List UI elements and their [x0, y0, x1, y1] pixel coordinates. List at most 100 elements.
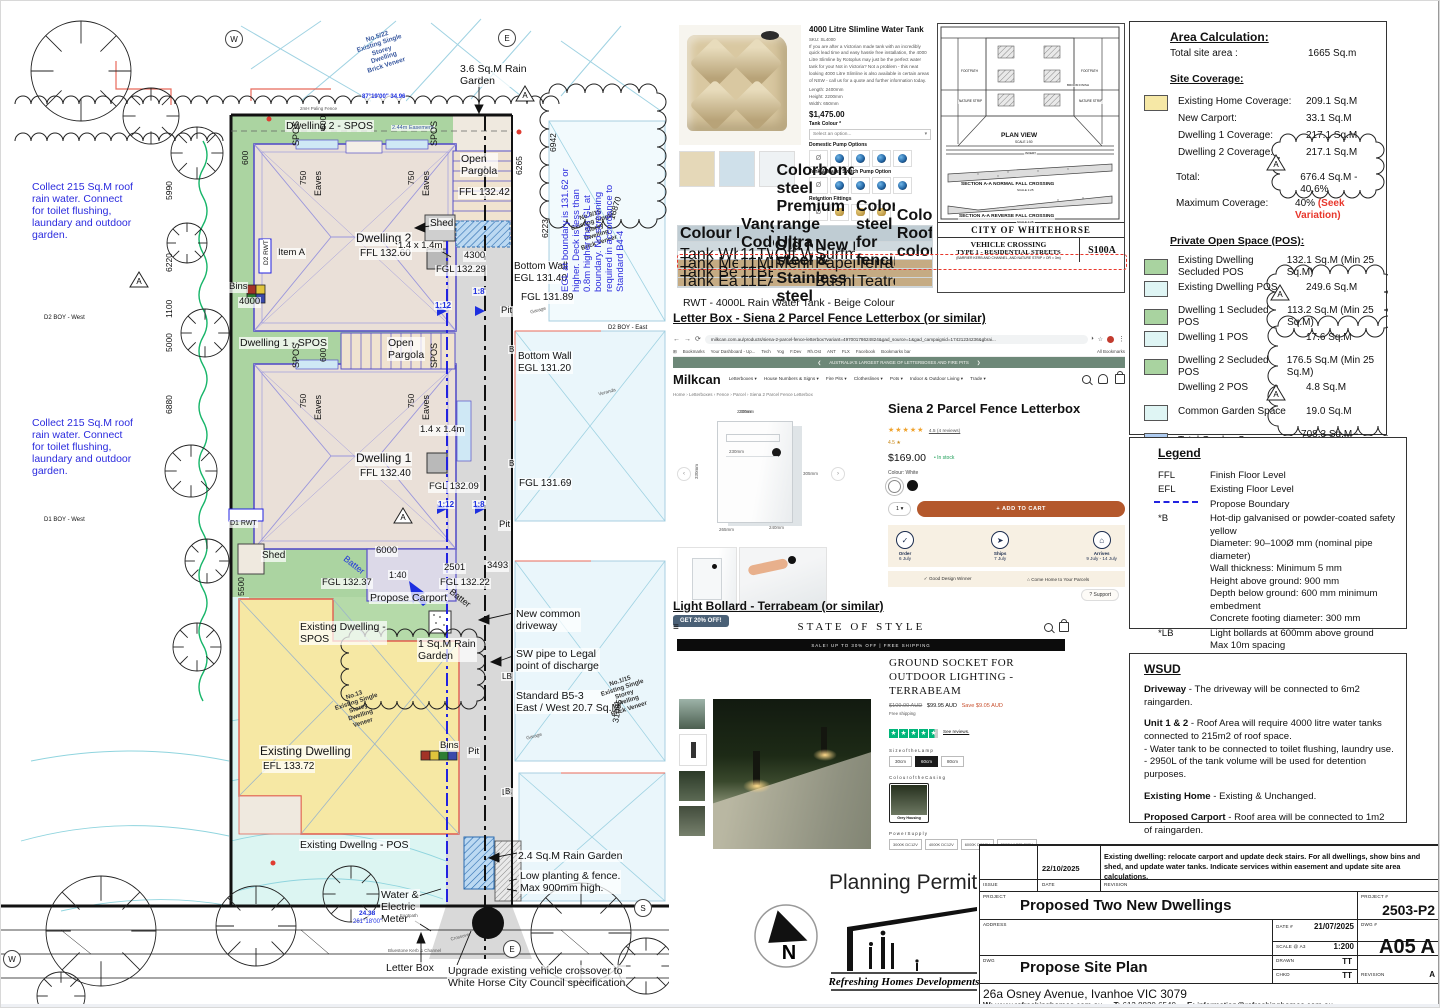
triangle-a-marker: A — [1270, 284, 1290, 301]
cart-icon[interactable] — [1115, 371, 1125, 384]
swatch-white[interactable] — [888, 480, 901, 493]
plan-label: 6265 — [514, 156, 524, 175]
nav-item[interactable]: House Numbers & Signs ▾ — [764, 376, 819, 382]
store-name[interactable]: STATE OF STYLE — [679, 621, 1044, 633]
quantity-stepper[interactable]: 1 ▾ — [888, 502, 912, 516]
search-icon[interactable] — [1082, 374, 1091, 384]
refresh-icon[interactable]: ⟳ — [695, 335, 701, 343]
star-icon[interactable]: ☆ — [1098, 336, 1103, 343]
plan-label: SPOS — [291, 342, 301, 368]
gallery-prev[interactable]: ‹ — [677, 467, 691, 481]
plan-label: FGL 132.09 — [428, 481, 480, 493]
extension-icon[interactable]: 🞂 — [1092, 336, 1094, 342]
back-icon[interactable]: ← — [673, 336, 680, 343]
plan-label: 750 — [406, 393, 416, 408]
plan-label: 1:8 — [472, 500, 486, 510]
tank-colour-label: Tank Colour * — [809, 120, 842, 127]
step-icon: ➤ — [991, 531, 1010, 549]
gallery-next[interactable]: › — [831, 467, 845, 481]
plan-label: 1:8 — [472, 287, 486, 297]
bookmark-item[interactable]: Bookmarks — [683, 349, 705, 354]
svg-text:A: A — [400, 513, 406, 522]
plan-label: SPOS — [429, 342, 439, 368]
pump-option[interactable] — [893, 176, 912, 194]
plan-label: Eaves — [313, 170, 323, 196]
plan-label: 750 — [406, 170, 416, 185]
bookmark-item[interactable]: Tech — [761, 349, 770, 354]
menu-kebab-icon[interactable]: ⋮ — [1118, 335, 1125, 343]
tank-colour-select[interactable]: Select an option... ▾ — [809, 128, 931, 140]
apps-icon[interactable]: ⊞ — [673, 349, 677, 355]
pump-option[interactable] — [872, 176, 891, 194]
nav-item[interactable]: Trade ▾ — [970, 376, 986, 382]
bookmark-item[interactable]: F.Dev — [790, 349, 801, 354]
size-label: S i z e o f t h e L a m p — [889, 748, 933, 754]
casing-option[interactable]: Grey Housing — [889, 783, 929, 824]
nav-item[interactable]: Fire Pits ▾ — [826, 376, 847, 382]
plan-label: 3493 — [486, 560, 510, 572]
plan-label: Open Pargola — [460, 153, 499, 178]
account-icon[interactable] — [1098, 374, 1108, 384]
plan-label: 4000 — [238, 296, 262, 308]
nav-item[interactable]: Pots ▾ — [890, 376, 903, 382]
banner-prev-icon[interactable]: ❮ — [818, 360, 822, 366]
pos-row: Dwelling 2 Secluded POS 176.5 Sq.M (Min … — [1144, 355, 1386, 380]
plan-label: 1:12 — [437, 500, 456, 510]
banner-next-icon[interactable]: ❯ — [977, 360, 981, 366]
breadcrumb[interactable]: Home › Letterboxes › Fence › Parcel › Si… — [673, 392, 1125, 397]
plan-label: 1:12 — [434, 301, 453, 311]
bookmark-item[interactable]: FLX — [842, 349, 850, 354]
nav-item[interactable]: Letterboxes ▾ — [729, 376, 757, 382]
size-button[interactable]: 30cm — [889, 756, 913, 768]
dwg-number-label: DWG # — [1361, 922, 1378, 927]
plan-label: NATURE STRIP — [958, 99, 984, 104]
add-to-cart-button[interactable]: + ADD TO CART — [917, 501, 1125, 517]
plan-label: SCALE 1:50 — [1014, 140, 1034, 145]
tank-thumb[interactable] — [719, 151, 755, 187]
bookmark-item[interactable]: Facebook — [856, 349, 875, 354]
store-logo[interactable]: Milkcan — [673, 372, 721, 387]
tank-thumb[interactable] — [679, 151, 715, 187]
date-col-label: DATE — [1042, 882, 1055, 887]
bookmark-item[interactable]: Your Dashboard - Up... — [711, 349, 756, 354]
pump-option[interactable] — [872, 149, 891, 167]
plan-label: FFL 132.42 — [458, 187, 511, 199]
size-button[interactable]: 60cm — [915, 756, 939, 768]
pos-row: Dwelling 1 POS 17.6 Sq.M — [1144, 330, 1386, 347]
rating-text[interactable]: 4.5 (4 reviews) — [929, 429, 960, 434]
swatch-black[interactable] — [907, 480, 918, 491]
bookmark-item[interactable]: Rh.Ost — [807, 349, 821, 354]
bollard-thumbs[interactable] — [679, 699, 707, 836]
all-bookmarks[interactable]: All Bookmarks — [1097, 349, 1125, 354]
plan-label: Item A — [277, 247, 306, 259]
power-button[interactable]: 4000K DC12V — [924, 839, 958, 851]
url-bar[interactable]: milkcan.com.au/products/siena-2-parcel-f… — [704, 334, 1088, 344]
svg-text:A: A — [1273, 160, 1279, 169]
see-reviews[interactable]: See reviews. — [943, 729, 969, 734]
plan-label: Existing Dwellng - POS — [299, 839, 410, 852]
size-button[interactable]: 80cm — [941, 756, 965, 768]
pump-option[interactable] — [893, 149, 912, 167]
search-icon[interactable] — [1044, 622, 1053, 632]
bookmark-item[interactable]: Bookmarks bar — [881, 349, 911, 354]
support-button[interactable]: ? Support — [1081, 589, 1119, 601]
plan-label: Pit — [467, 746, 481, 758]
drawing-sheet: No.5/22 Existing Single Storey Dwelling … — [0, 0, 1440, 1008]
bookmark-item[interactable]: ANT — [827, 349, 836, 354]
pos-row: Dwelling 1 Secluded POS 113.2 Sq.M (Min … — [1144, 305, 1386, 330]
bag-icon[interactable] — [1059, 619, 1069, 632]
bollard-title: GROUND SOCKET FOR OUTDOOR LIGHTING - TER… — [889, 657, 1015, 697]
plan-label: Water & Electric Meter — [380, 889, 420, 926]
forward-icon[interactable]: → — [684, 336, 691, 343]
coverage-row: Existing Home Coverage: 209.1 Sq.M — [1144, 94, 1386, 111]
plan-label: FGL 132.37 — [321, 577, 373, 589]
profile-avatar[interactable] — [1107, 335, 1114, 343]
power-button[interactable]: 3000K DC12V — [889, 839, 922, 851]
nav-item[interactable]: Clotheslines ▾ — [854, 376, 883, 382]
pos-row: Common Garden Space 19.0 Sq.M — [1144, 404, 1386, 421]
nav-item[interactable]: Indoor & Outdoor Living ▾ — [910, 376, 963, 382]
legend-row: *LB Light bollards at 600mm above ground… — [1158, 627, 1374, 652]
legend-row: FFL Finish Floor Level — [1158, 470, 1286, 481]
bookmark-item[interactable]: Yog — [777, 349, 784, 354]
svg-text:A: A — [1273, 390, 1279, 399]
